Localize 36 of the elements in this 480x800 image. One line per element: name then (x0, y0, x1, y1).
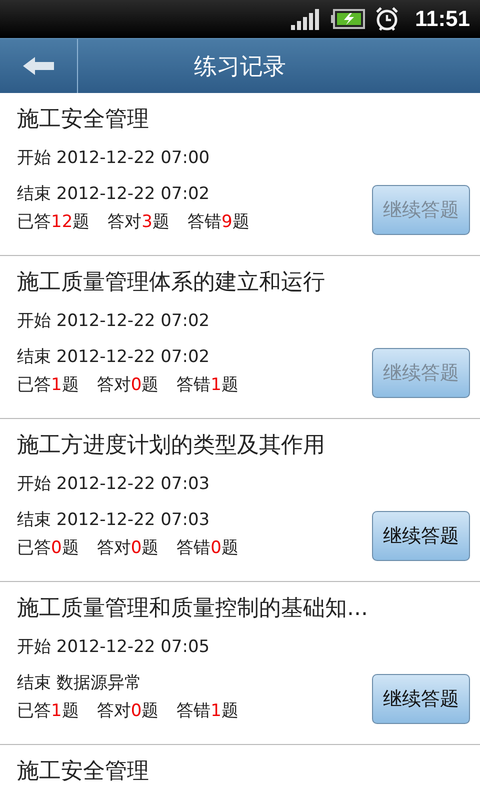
answer-count: 答对3题 (108, 211, 170, 233)
record-title: 施工安全管理 (17, 106, 150, 134)
end-time: 结束 2012-12-22 07:02 (17, 183, 211, 206)
signal-icon (290, 8, 319, 30)
page-title: 练习记录 (193, 52, 287, 82)
record-item[interactable]: 施工质量管理和质量控制的基础知... 开始 2012-12-22 07:05 结束 数据源异常 已答1题 答对0题 答错1题 继续答题 (0, 582, 480, 745)
record-item[interactable]: 施工安全管理 (0, 745, 480, 800)
alarm-clock-icon (374, 6, 399, 32)
record-item[interactable]: 施工方进度计划的类型及其作用 开始 2012-12-22 07:03 结束 2012-12-22 07:03 已答0题 答对0题 答错0题 继续答题 (0, 419, 480, 582)
answer-count: 答错1题 (176, 700, 238, 722)
start-time: 开始 2012-12-22 07:00 (17, 147, 211, 170)
end-time: 结束 数据源异常 (17, 672, 142, 695)
record-title: 施工安全管理 (17, 758, 150, 786)
back-arrow-icon (22, 56, 54, 76)
answer-count: 答错1题 (176, 374, 238, 396)
answer-count: 已答1题 (17, 374, 79, 396)
start-time: 开始 2012-12-22 07:05 (17, 636, 211, 659)
answer-count: 答对0题 (96, 374, 159, 396)
record-title: 施工质量管理体系的建立和运行 (17, 269, 326, 297)
record-title: 施工方进度计划的类型及其作用 (17, 432, 326, 460)
answer-count: 答错9题 (187, 211, 250, 233)
start-time: 开始 2012-12-22 07:02 (17, 310, 211, 333)
answer-count: 答对0题 (96, 537, 159, 559)
clock-time: 11:51 (414, 6, 470, 32)
answer-count: 答对0题 (96, 700, 159, 722)
record-title: 施工质量管理和质量控制的基础知... (17, 595, 369, 623)
answer-count: 已答1题 (17, 700, 79, 722)
continue-button[interactable]: 继续答题 (372, 511, 470, 561)
start-time: 开始 2012-12-22 07:03 (17, 473, 211, 496)
answer-count: 已答0题 (17, 537, 79, 559)
battery-icon (330, 9, 365, 29)
end-time: 结束 2012-12-22 07:02 (17, 346, 211, 369)
continue-button[interactable]: 继续答题 (372, 674, 470, 724)
end-time: 结束 2012-12-22 07:03 (17, 509, 211, 532)
answer-count: 答错0题 (176, 537, 238, 559)
answer-count: 已答12题 (17, 211, 90, 233)
